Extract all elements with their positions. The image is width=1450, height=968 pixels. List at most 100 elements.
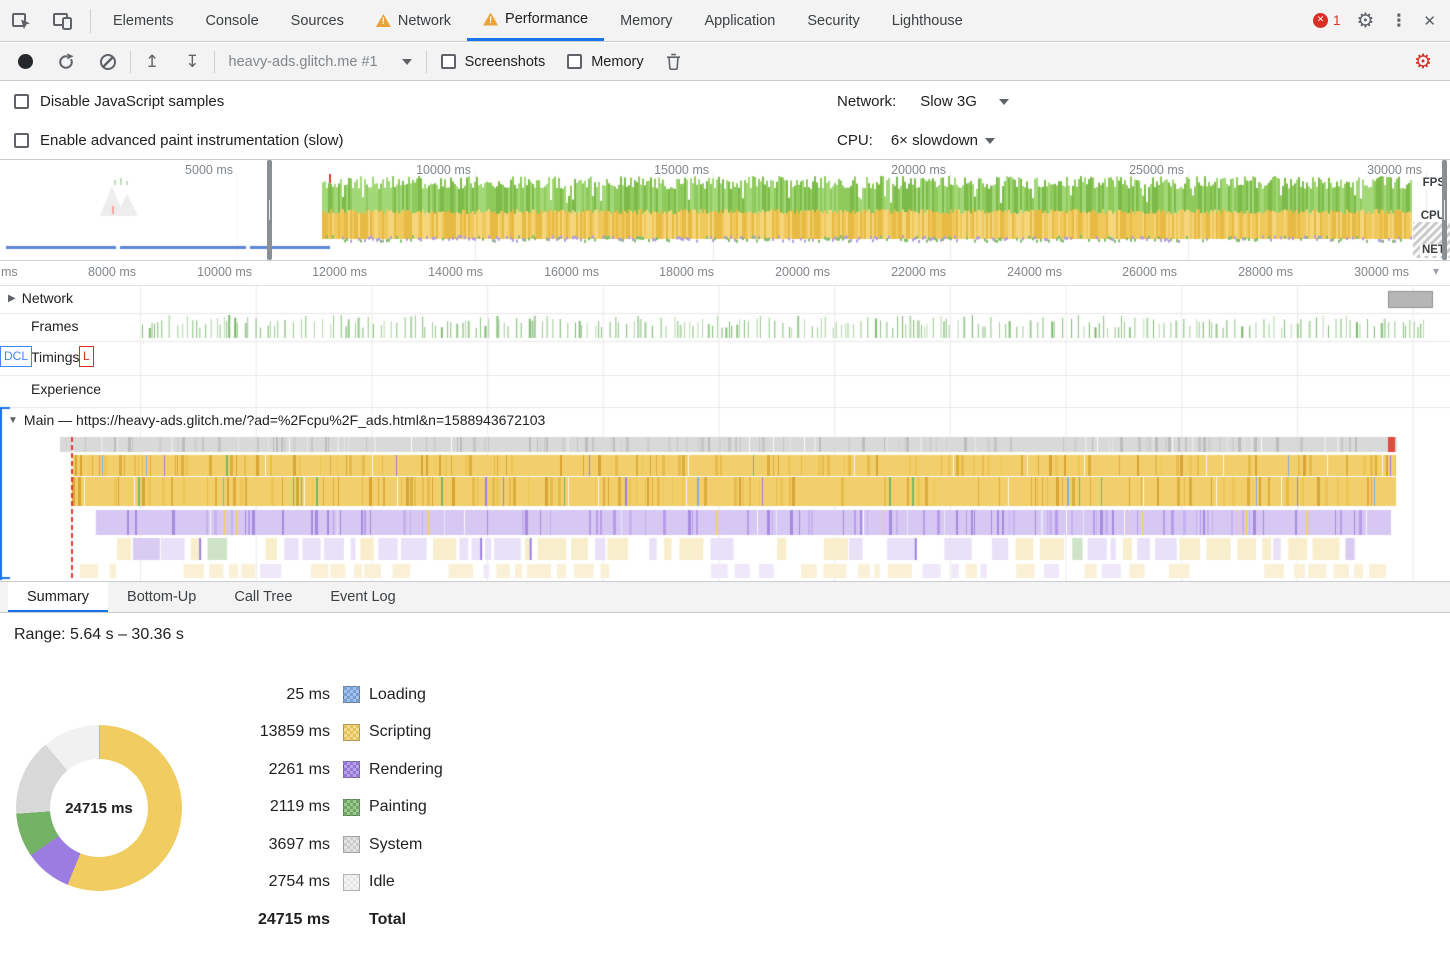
legend-value: 2119 ms — [208, 798, 330, 816]
legend-label: Loading — [369, 686, 426, 704]
track-frames[interactable]: Frames — [31, 318, 78, 334]
loading-swatch — [343, 686, 360, 703]
ruler-tick: 30000 ms — [1329, 265, 1409, 279]
chevron-down-icon — [985, 138, 995, 144]
tab-application[interactable]: Application — [688, 0, 791, 41]
tab-label: Sources — [291, 13, 344, 29]
track-timings[interactable]: Timings — [31, 349, 80, 365]
tab-memory[interactable]: Memory — [604, 0, 688, 41]
paint-instrumentation-label: Enable advanced paint instrumentation (s… — [40, 132, 344, 149]
ruler-tick: 12000 ms — [287, 265, 367, 279]
capture-settings-gear-icon[interactable] — [1414, 49, 1432, 74]
ruler-tick: 10000 ms — [172, 265, 252, 279]
record-button[interactable] — [18, 54, 33, 69]
rendering-swatch — [343, 761, 360, 778]
tab-sources[interactable]: Sources — [275, 0, 360, 41]
scripting-swatch — [343, 724, 360, 741]
legend-value: 13859 ms — [208, 723, 330, 741]
track-label: Frames — [31, 318, 78, 334]
legend-label: System — [369, 836, 422, 854]
track-label: Timings — [31, 349, 80, 365]
performance-toolbar: ↥ ↧ heavy-ads.glitch.me #1 Screenshots M… — [0, 43, 1450, 81]
cpu-value: 6× slowdown — [891, 132, 978, 149]
track-main[interactable]: Main — https://heavy-ads.glitch.me/?ad=%… — [8, 412, 545, 428]
save-profile-button[interactable]: ↧ — [185, 53, 199, 70]
network-throttling-select[interactable]: Network: Slow 3G — [837, 93, 1009, 110]
tab-label: Memory — [620, 13, 672, 29]
legend-row-system: 3697 ms System — [208, 826, 443, 864]
screenshots-label: Screenshots — [465, 54, 546, 70]
disable-js-samples-checkbox[interactable] — [14, 94, 29, 109]
legend-label: Painting — [369, 798, 427, 816]
dcl-marker-badge[interactable]: DCL — [0, 346, 32, 367]
disclosure-triangle-icon[interactable] — [8, 293, 16, 304]
overview-tick: 5000 ms — [153, 163, 233, 177]
paint-instrumentation-checkbox[interactable] — [14, 133, 29, 148]
flame-chart-canvas[interactable] — [0, 286, 1450, 581]
selection-left-handle[interactable] — [267, 160, 272, 260]
load-event-marker-badge[interactable]: L — [79, 346, 94, 367]
disable-js-samples-row: Disable JavaScript samples — [14, 93, 224, 110]
clear-recordings-icon[interactable] — [100, 54, 116, 70]
tab-call-tree[interactable]: Call Tree — [215, 582, 311, 612]
trash-icon — [666, 53, 681, 70]
ruler-tick: 20000 ms — [750, 265, 830, 279]
garbage-collect-icon[interactable] — [666, 53, 681, 70]
error-count-badge[interactable]: 1 — [1313, 13, 1341, 28]
cpu-throttling-select[interactable]: CPU: 6× slowdown — [837, 132, 995, 149]
tab-label: Elements — [113, 13, 173, 29]
warning-icon — [376, 14, 391, 27]
tab-console[interactable]: Console — [189, 0, 274, 41]
tab-lighthouse[interactable]: Lighthouse — [876, 0, 979, 41]
main-thread-url-label: Main — https://heavy-ads.glitch.me/?ad=%… — [24, 412, 545, 428]
profile-history-select[interactable]: heavy-ads.glitch.me #1 — [229, 54, 412, 70]
scrollbar-down-arrow[interactable]: ▾ — [1433, 264, 1439, 278]
inspect-cursor-icon — [10, 10, 32, 32]
ruler-tick: 16000 ms — [519, 265, 599, 279]
device-toolbar-icon[interactable] — [42, 0, 84, 41]
track-network[interactable]: Network — [8, 290, 73, 306]
ruler-tick: 18000 ms — [634, 265, 714, 279]
ruler-prefix: ms — [1, 265, 18, 279]
reload-icon — [57, 53, 75, 71]
overview-tick: 20000 ms — [866, 163, 946, 177]
tab-performance[interactable]: Performance — [467, 0, 604, 41]
timeline-overview[interactable]: 5000 ms 10000 ms 15000 ms 20000 ms 25000… — [0, 160, 1450, 261]
tab-elements[interactable]: Elements — [97, 0, 189, 41]
error-icon — [1313, 13, 1328, 28]
error-count: 1 — [1333, 13, 1341, 28]
timeline-ruler: ms 8000 ms 10000 ms 12000 ms 14000 ms 16… — [0, 261, 1450, 286]
network-label: Network: — [837, 93, 896, 110]
ruler-tick: 22000 ms — [866, 265, 946, 279]
memory-toggle: Memory — [567, 54, 643, 70]
profile-history-value: heavy-ads.glitch.me #1 — [229, 54, 378, 70]
disclosure-triangle-icon[interactable] — [8, 415, 18, 426]
load-profile-button[interactable]: ↥ — [145, 53, 159, 70]
memory-label: Memory — [591, 54, 643, 70]
close-devtools-icon[interactable] — [1423, 12, 1436, 30]
reload-and-record-button[interactable] — [57, 53, 75, 71]
paint-instrumentation-row: Enable advanced paint instrumentation (s… — [14, 132, 344, 149]
ruler-tick: 26000 ms — [1097, 265, 1177, 279]
ruler-tick: 28000 ms — [1213, 265, 1293, 279]
tab-security[interactable]: Security — [791, 0, 875, 41]
chevron-down-icon — [999, 99, 1009, 105]
tab-network[interactable]: Network — [360, 0, 467, 41]
tab-label: Security — [807, 13, 859, 29]
tab-summary[interactable]: Summary — [8, 582, 108, 612]
separator — [426, 51, 427, 73]
screenshots-checkbox[interactable] — [441, 54, 456, 69]
summary-legend: 25 ms Loading 13859 ms Scripting 2261 ms… — [208, 676, 443, 939]
inspect-element-icon[interactable] — [0, 0, 42, 41]
tab-label: Application — [704, 13, 775, 29]
selection-right-handle[interactable] — [1442, 160, 1447, 260]
tab-bottom-up[interactable]: Bottom-Up — [108, 582, 215, 612]
overview-tick: 25000 ms — [1104, 163, 1184, 177]
settings-gear-icon[interactable] — [1356, 8, 1374, 33]
warning-icon — [483, 13, 498, 26]
memory-checkbox[interactable] — [567, 54, 582, 69]
tab-event-log[interactable]: Event Log — [311, 582, 414, 612]
capture-settings-panel: Disable JavaScript samples Enable advanc… — [0, 82, 1450, 160]
more-options-icon[interactable] — [1390, 11, 1407, 31]
track-experience[interactable]: Experience — [31, 381, 101, 397]
